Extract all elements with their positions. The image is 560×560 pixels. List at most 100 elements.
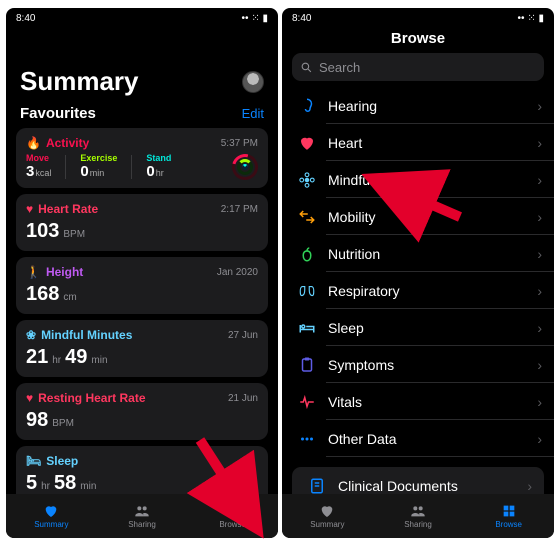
stand-label: Stand bbox=[146, 153, 171, 163]
row-mindfulness[interactable]: Mindfulness › bbox=[282, 161, 554, 198]
activity-time: 5:37 PM bbox=[221, 138, 258, 149]
move-label: Move bbox=[26, 153, 51, 163]
mindful-time: 27 Jun bbox=[228, 330, 258, 341]
favourites-label: Favourites bbox=[20, 105, 96, 122]
sleep-title: Sleep bbox=[46, 454, 78, 468]
card-sleep[interactable]: 🛏 Sleep 5hr 58min bbox=[16, 446, 268, 494]
tab-summary[interactable]: Summary bbox=[282, 494, 373, 538]
chevron-right-icon: › bbox=[537, 98, 542, 114]
tab-browse[interactable]: Browse bbox=[187, 494, 278, 538]
row-label: Respiratory bbox=[328, 283, 400, 299]
chevron-right-icon: › bbox=[537, 135, 542, 151]
status-time: 8:40 bbox=[16, 13, 35, 24]
height-title: Height bbox=[46, 265, 83, 279]
search-placeholder: Search bbox=[319, 60, 360, 75]
row-mobility[interactable]: Mobility › bbox=[282, 198, 554, 235]
chevron-right-icon: › bbox=[537, 246, 542, 262]
row-sleep[interactable]: Sleep › bbox=[282, 309, 554, 346]
row-heart[interactable]: Heart › bbox=[282, 124, 554, 161]
flame-icon: 🔥 bbox=[26, 136, 41, 150]
body-icon: 🚶 bbox=[26, 265, 41, 279]
activity-rings-icon bbox=[232, 154, 258, 180]
bed-icon bbox=[296, 317, 318, 339]
chevron-right-icon: › bbox=[537, 172, 542, 188]
status-right: •• ⁙ ▮ bbox=[518, 13, 544, 24]
edit-button[interactable]: Edit bbox=[242, 106, 264, 121]
heart-icon: ♥ bbox=[26, 202, 33, 216]
row-respiratory[interactable]: Respiratory › bbox=[282, 272, 554, 309]
row-nutrition[interactable]: Nutrition › bbox=[282, 235, 554, 272]
bed-icon: 🛏 bbox=[26, 454, 41, 468]
grid-icon bbox=[224, 503, 242, 519]
row-label: Other Data bbox=[328, 431, 396, 447]
chevron-right-icon: › bbox=[527, 478, 532, 494]
ear-icon bbox=[296, 95, 318, 117]
tab-summary[interactable]: Summary bbox=[6, 494, 97, 538]
resting-title: Resting Heart Rate bbox=[38, 391, 145, 405]
height-time: Jan 2020 bbox=[217, 267, 258, 278]
document-icon bbox=[306, 475, 328, 495]
flower-icon: ❀ bbox=[26, 328, 36, 342]
page-title: Browse bbox=[282, 26, 554, 53]
status-bar: 8:40 •• ⁙ ▮ bbox=[6, 8, 278, 26]
people-icon bbox=[409, 503, 427, 519]
tab-bar: Summary Sharing Browse bbox=[282, 494, 554, 538]
chevron-right-icon: › bbox=[537, 283, 542, 299]
card-height[interactable]: 🚶 Height Jan 2020 168cm bbox=[16, 257, 268, 314]
search-input[interactable]: Search bbox=[292, 53, 544, 81]
chevron-right-icon: › bbox=[537, 394, 542, 410]
avatar[interactable] bbox=[242, 71, 264, 93]
row-label: Vitals bbox=[328, 394, 362, 410]
chevron-right-icon: › bbox=[537, 431, 542, 447]
row-label: Nutrition bbox=[328, 246, 380, 262]
grid-icon bbox=[500, 503, 518, 519]
clinical-label: Clinical Documents bbox=[338, 478, 458, 494]
arrows-icon bbox=[296, 206, 318, 228]
card-mindful-minutes[interactable]: ❀ Mindful Minutes 27 Jun 21hr 49min bbox=[16, 320, 268, 377]
status-bar: 8:40 •• ⁙ ▮ bbox=[282, 8, 554, 26]
card-activity[interactable]: 🔥 Activity 5:37 PM Move 3kcal Exercise 0… bbox=[16, 128, 268, 188]
search-icon bbox=[300, 61, 313, 74]
row-label: Symptoms bbox=[328, 357, 394, 373]
tab-sharing[interactable]: Sharing bbox=[97, 494, 188, 538]
heart-rate-time: 2:17 PM bbox=[221, 204, 258, 215]
tab-sharing[interactable]: Sharing bbox=[373, 494, 464, 538]
row-hearing[interactable]: Hearing › bbox=[282, 87, 554, 124]
ecg-icon bbox=[296, 391, 318, 413]
status-right: •• ⁙ ▮ bbox=[242, 13, 268, 24]
row-other-data[interactable]: Other Data › bbox=[282, 420, 554, 457]
chevron-right-icon: › bbox=[537, 320, 542, 336]
heart-rate-title: Heart Rate bbox=[38, 202, 98, 216]
heart-icon bbox=[42, 503, 60, 519]
dots-icon bbox=[296, 428, 318, 450]
phone-summary: 8:40 •• ⁙ ▮ Summary Favourites Edit 🔥 Ac… bbox=[6, 8, 278, 538]
resting-time: 21 Jun bbox=[228, 393, 258, 404]
exercise-label: Exercise bbox=[80, 153, 117, 163]
row-vitals[interactable]: Vitals › bbox=[282, 383, 554, 420]
phone-browse: 8:40 •• ⁙ ▮ Browse Search Hearing › Heart ›… bbox=[282, 8, 554, 538]
row-label: Heart bbox=[328, 135, 362, 151]
row-label: Hearing bbox=[328, 98, 377, 114]
people-icon bbox=[133, 503, 151, 519]
row-label: Sleep bbox=[328, 320, 364, 336]
status-time: 8:40 bbox=[292, 13, 311, 24]
row-symptoms[interactable]: Symptoms › bbox=[282, 346, 554, 383]
clipboard-icon bbox=[296, 354, 318, 376]
tab-bar: Summary Sharing Browse bbox=[6, 494, 278, 538]
row-clinical-documents[interactable]: Clinical Documents › bbox=[292, 467, 544, 494]
row-label: Mindfulness bbox=[328, 172, 403, 188]
tab-browse[interactable]: Browse bbox=[463, 494, 554, 538]
mindful-title: Mindful Minutes bbox=[41, 328, 132, 342]
heart-icon: ♥ bbox=[26, 391, 33, 405]
row-label: Mobility bbox=[328, 209, 375, 225]
apple-icon bbox=[296, 243, 318, 265]
activity-title: Activity bbox=[46, 136, 89, 150]
chevron-right-icon: › bbox=[537, 357, 542, 373]
heart-icon bbox=[318, 503, 336, 519]
card-resting-heart-rate[interactable]: ♥ Resting Heart Rate 21 Jun 98BPM bbox=[16, 383, 268, 440]
card-heart-rate[interactable]: ♥ Heart Rate 2:17 PM 103BPM bbox=[16, 194, 268, 251]
flower-icon bbox=[296, 169, 318, 191]
page-title: Summary bbox=[20, 66, 139, 97]
chevron-right-icon: › bbox=[537, 209, 542, 225]
heart-icon bbox=[296, 132, 318, 154]
